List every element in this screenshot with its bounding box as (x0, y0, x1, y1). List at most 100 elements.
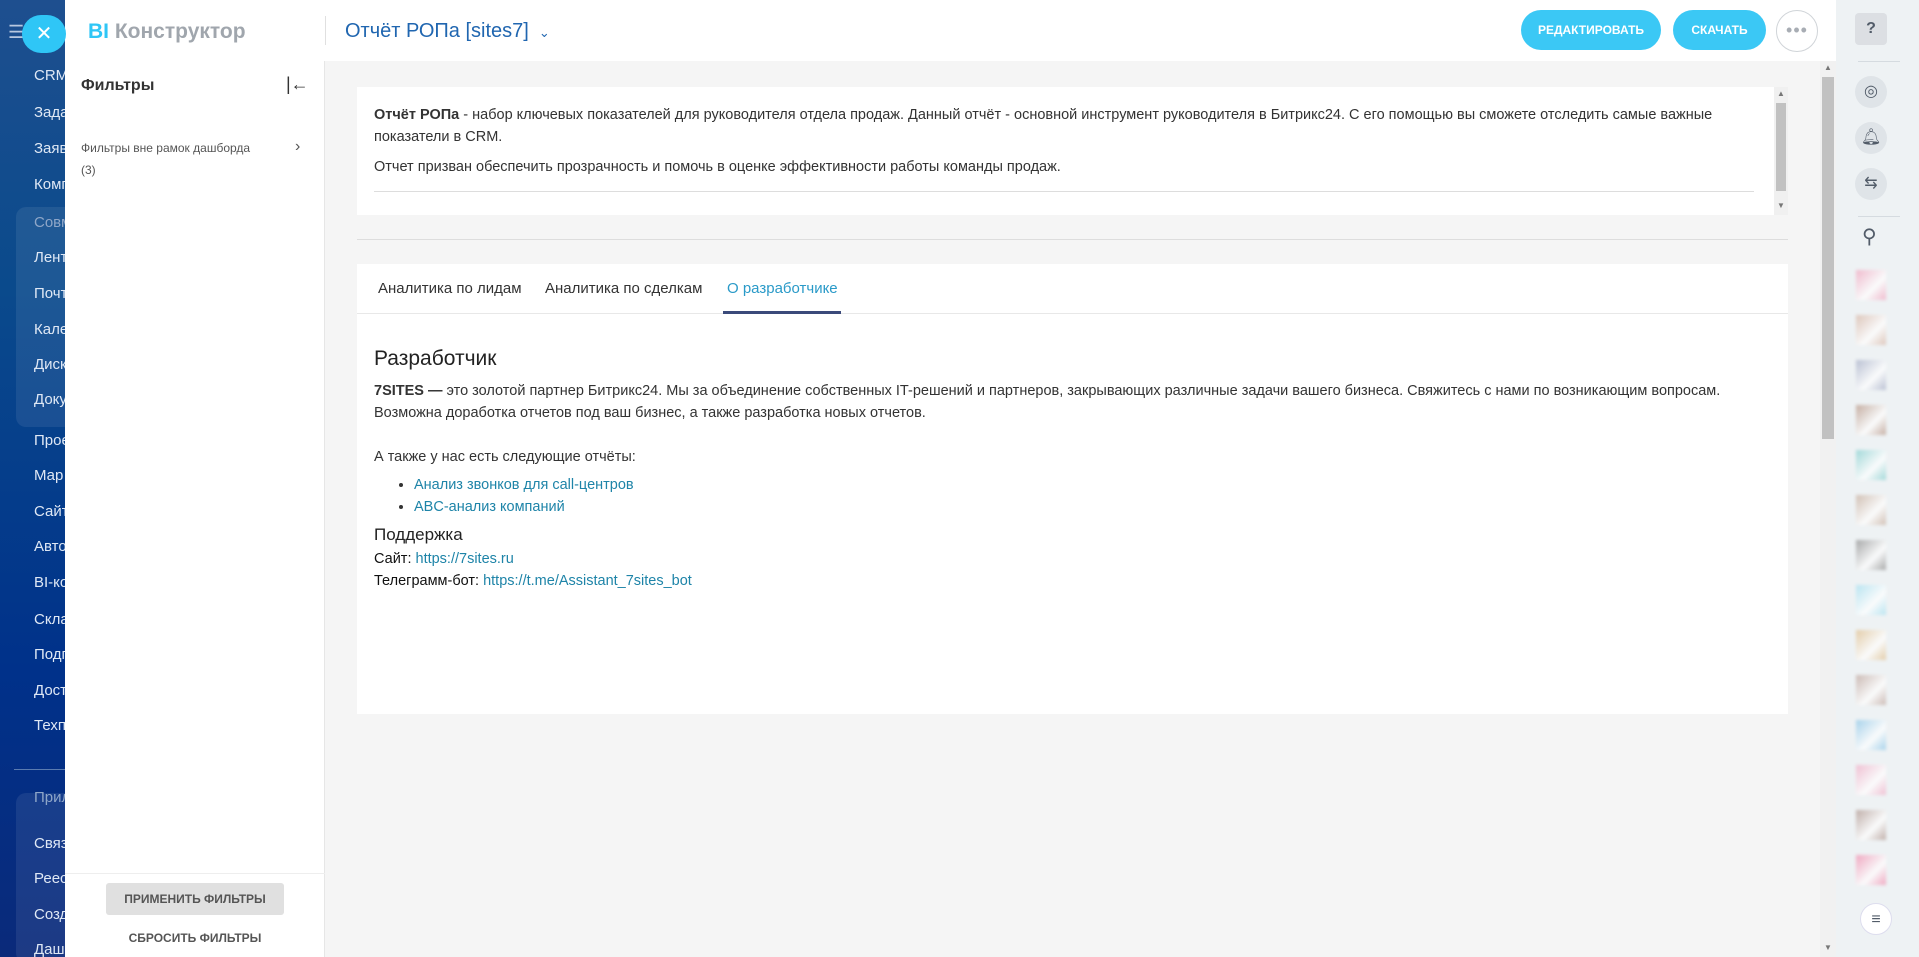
download-button[interactable]: СКАЧАТЬ (1673, 10, 1766, 50)
report-link-call-analysis[interactable]: Анализ звонков для call-центров (414, 477, 634, 493)
search-icon[interactable]: ⚲ (1862, 224, 1877, 249)
developer-info: Разработчик 7SITES — это золотой партнер… (374, 344, 1774, 592)
nav-item[interactable]: Подп (34, 646, 65, 663)
site-link[interactable]: https://7sites.ru (416, 551, 514, 567)
description-paragraph-1: Отчёт РОПа - набор ключевых показателей … (374, 104, 1754, 148)
list-item: ABC-анализ компаний (414, 496, 1774, 518)
description-divider (374, 191, 1754, 192)
user-avatar[interactable] (1856, 810, 1886, 840)
nav-item[interactable]: Связ (34, 835, 65, 852)
header: BI Конструктор Отчёт РОПа [sites7] ⌄ РЕДА… (65, 0, 1836, 61)
site-line: Сайт: https://7sites.ru (374, 548, 1774, 570)
description-scrollbar[interactable]: ▲ ▼ (1774, 87, 1788, 215)
user-avatar[interactable] (1856, 270, 1886, 300)
filter-group-outside-dashboard[interactable]: Фильтры вне рамок дашборда (3) (81, 137, 281, 181)
chevron-right-icon[interactable]: › (295, 138, 300, 156)
nav-divider (14, 769, 65, 770)
help-icon[interactable]: ? (1855, 13, 1887, 45)
report-description-card: Отчёт РОПа - набор ключевых показателей … (357, 87, 1788, 215)
filters-title: Фильтры (81, 77, 155, 94)
reports-intro: А также у нас есть следующие отчёты: (374, 449, 636, 465)
scrollbar-thumb[interactable] (1776, 103, 1786, 191)
copilot-icon[interactable]: ◎ (1855, 76, 1887, 108)
nav-item[interactable]: Прил (34, 789, 65, 806)
chat-icon[interactable]: ⇆ (1855, 168, 1887, 200)
nav-item[interactable]: Комп (34, 176, 65, 193)
nav-item[interactable]: Мар (34, 467, 63, 484)
user-avatar[interactable] (1856, 405, 1886, 435)
nav-item[interactable]: Дост (34, 682, 65, 699)
logo-text: Конструктор (114, 20, 246, 43)
user-avatar[interactable] (1856, 630, 1886, 660)
apply-filters-button[interactable]: ПРИМЕНИТЬ ФИЛЬТРЫ (106, 883, 284, 915)
bot-line: Телеграмм-бот: https://t.me/Assistant_7s… (374, 570, 1774, 592)
user-avatar[interactable] (1856, 495, 1886, 525)
developer-intro: 7SITES — это золотой партнер Битрикс24. … (374, 380, 1774, 424)
nav-item[interactable]: Скла (34, 611, 65, 628)
scroll-up-icon[interactable]: ▲ (1824, 63, 1832, 72)
filters-panel: Фильтры |← Фильтры вне рамок дашборда (3… (65, 61, 325, 957)
toolbar-divider (1858, 216, 1900, 217)
report-link-abc-analysis[interactable]: ABC-анализ компаний (414, 499, 565, 515)
bot-label: Телеграмм-бот: (374, 573, 480, 589)
nav-item[interactable]: BI-ко (34, 574, 65, 591)
nav-item[interactable]: Прое (34, 432, 65, 449)
nav-item[interactable]: Лент (34, 249, 65, 266)
user-avatar[interactable] (1856, 450, 1886, 480)
scrollbar-thumb[interactable] (1822, 77, 1834, 439)
scroll-down-icon[interactable]: ▼ (1824, 943, 1832, 952)
developer-heading: Разработчик (374, 347, 497, 370)
edit-button[interactable]: РЕДАКТИРОВАТЬ (1521, 10, 1661, 50)
tab-leads-analytics[interactable]: Аналитика по лидам (378, 280, 522, 297)
company-name: 7SITES — (374, 383, 443, 399)
section-divider (357, 239, 1788, 240)
nav-item[interactable]: Реес (34, 870, 65, 887)
user-avatar[interactable] (1856, 765, 1886, 795)
bell-icon[interactable]: 🔔︎ (1855, 122, 1887, 154)
collapse-panel-icon[interactable]: |← (286, 74, 309, 95)
tabs-card: Аналитика по лидам Аналитика по сделкам … (357, 264, 1788, 714)
report-title-dropdown[interactable]: Отчёт РОПа [sites7] ⌄ (345, 20, 550, 43)
nav-item[interactable]: Заяв (34, 140, 65, 157)
nav-item[interactable]: Совм (34, 214, 65, 231)
nav-item[interactable]: Даш (34, 941, 65, 957)
nav-item[interactable]: Авто (34, 538, 65, 555)
bot-link[interactable]: https://t.me/Assistant_7sites_bot (483, 573, 692, 589)
active-tab-indicator (723, 311, 841, 314)
tab-deals-analytics[interactable]: Аналитика по сделкам (545, 280, 702, 297)
report-title: Отчёт РОПа [sites7] (345, 20, 529, 42)
main-navigation-sidebar: ☰ CRMЗадаЗаявКомпСовмЛентПочтКалеДискДок… (0, 0, 65, 957)
nav-item[interactable]: Созд (34, 906, 65, 923)
user-avatar[interactable] (1856, 360, 1886, 390)
tab-bar: Аналитика по лидам Аналитика по сделкам … (357, 264, 1788, 314)
scroll-up-icon[interactable]: ▲ (1777, 89, 1785, 98)
user-avatar[interactable] (1856, 855, 1886, 885)
reset-filters-button[interactable]: СБРОСИТЬ ФИЛЬТРЫ (65, 924, 325, 952)
right-toolbar: ? ◎ 🔔︎ ⇆ ⚲ ≡ (1836, 0, 1919, 957)
support-heading: Поддержка (374, 525, 463, 544)
filter-group-label: Фильтры вне рамок дашборда (81, 141, 251, 155)
close-slider-button[interactable]: ✕ (22, 15, 66, 53)
more-button[interactable]: ••• (1776, 10, 1818, 52)
list-icon[interactable]: ≡ (1860, 903, 1892, 935)
main-scrollbar[interactable]: ▲ ▼ (1820, 61, 1836, 957)
tab-about-developer[interactable]: О разработчике (727, 280, 838, 297)
nav-item[interactable]: CRM (34, 67, 65, 84)
user-avatar[interactable] (1856, 720, 1886, 750)
user-avatar[interactable] (1856, 315, 1886, 345)
toolbar-divider (1858, 61, 1900, 62)
chevron-down-icon: ⌄ (538, 25, 550, 40)
user-avatar[interactable] (1856, 585, 1886, 615)
user-avatar[interactable] (1856, 675, 1886, 705)
nav-item[interactable]: Диск (34, 356, 65, 373)
nav-item[interactable]: Доку (34, 391, 65, 408)
nav-item[interactable]: Зада (34, 104, 65, 121)
nav-item[interactable]: Техп (34, 717, 65, 734)
nav-item[interactable]: Сайт (34, 503, 65, 520)
nav-item[interactable]: Кале (34, 321, 65, 338)
site-label: Сайт: (374, 551, 412, 567)
user-avatar[interactable] (1856, 540, 1886, 570)
scroll-down-icon[interactable]: ▼ (1777, 201, 1785, 210)
description-paragraph-2: Отчет призван обеспечить прозрачность и … (374, 159, 1061, 175)
nav-item[interactable]: Почт (34, 285, 65, 302)
